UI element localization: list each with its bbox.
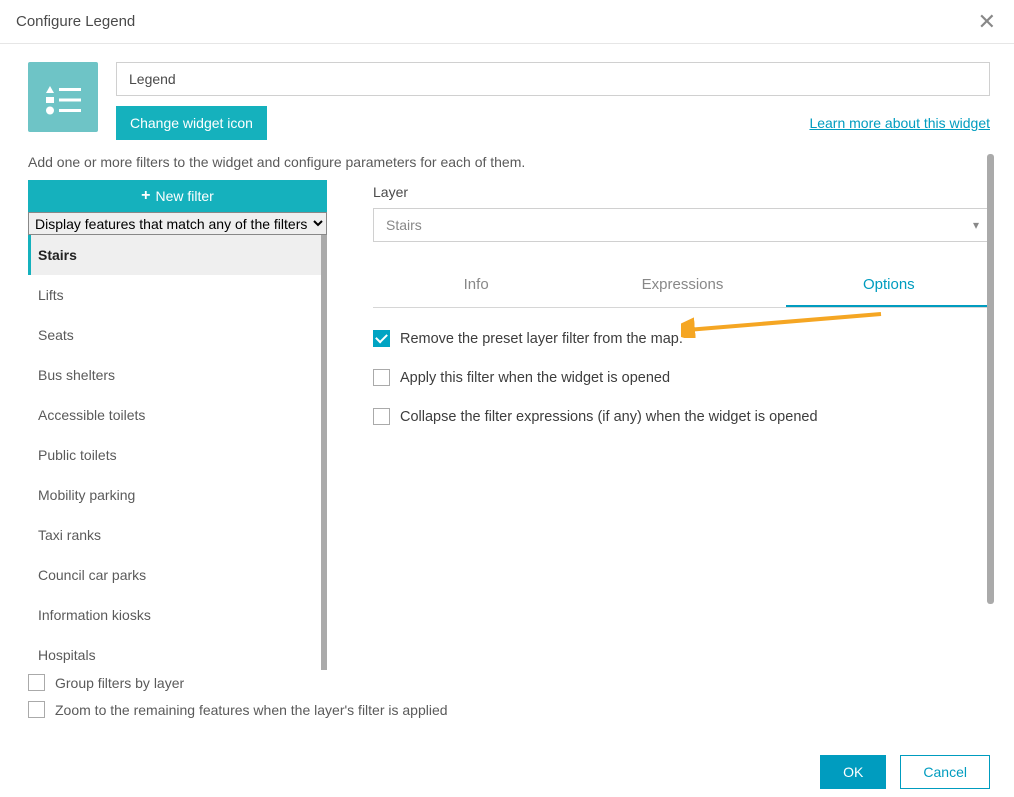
config-body: + New filter Display features that match… xyxy=(0,180,1014,670)
filter-item[interactable]: Hospitals xyxy=(28,635,321,670)
layer-select-value: Stairs xyxy=(386,217,422,233)
checkbox-icon xyxy=(373,369,390,386)
match-mode-select[interactable]: Display features that match any of the f… xyxy=(28,212,327,235)
filter-item[interactable]: Lifts xyxy=(28,275,321,315)
filter-list[interactable]: StairsLiftsSeatsBus sheltersAccessible t… xyxy=(28,235,327,670)
dialog-footer: OK Cancel xyxy=(0,743,1014,797)
filter-item[interactable]: Seats xyxy=(28,315,321,355)
option-checkbox[interactable]: Collapse the filter expressions (if any)… xyxy=(373,408,992,425)
checkbox-icon xyxy=(373,330,390,347)
checkbox-icon xyxy=(28,701,45,718)
filter-item[interactable]: Accessible toilets xyxy=(28,395,321,435)
change-widget-icon-button[interactable]: Change widget icon xyxy=(116,106,267,140)
plus-icon: + xyxy=(141,189,150,203)
group-filters-label: Group filters by layer xyxy=(55,675,184,691)
legend-icon xyxy=(41,75,85,119)
widget-meta: Change widget icon Learn more about this… xyxy=(116,62,990,140)
body-scrollbar[interactable] xyxy=(987,154,994,717)
option-checkbox[interactable]: Apply this filter when the widget is ope… xyxy=(373,369,992,386)
widget-icon xyxy=(28,62,98,132)
learn-more-link[interactable]: Learn more about this widget xyxy=(809,115,990,131)
filter-item[interactable]: Bus shelters xyxy=(28,355,321,395)
tab-expressions[interactable]: Expressions xyxy=(579,266,785,307)
zoom-remaining-label: Zoom to the remaining features when the … xyxy=(55,702,448,718)
cancel-button[interactable]: Cancel xyxy=(900,755,990,789)
options-pane: Remove the preset layer filter from the … xyxy=(373,308,992,425)
bottom-options: Group filters by layer Zoom to the remai… xyxy=(0,670,1014,718)
tab-options[interactable]: Options xyxy=(786,266,992,307)
option-label: Apply this filter when the widget is ope… xyxy=(400,370,670,386)
filter-item[interactable]: Stairs xyxy=(28,235,321,275)
filter-item[interactable]: Mobility parking xyxy=(28,475,321,515)
layer-select[interactable]: Stairs ▾ xyxy=(373,208,992,242)
zoom-remaining-checkbox[interactable]: Zoom to the remaining features when the … xyxy=(28,701,986,718)
dialog-header: Configure Legend ✕ xyxy=(0,0,1014,44)
checkbox-icon xyxy=(373,408,390,425)
new-filter-button[interactable]: + New filter xyxy=(28,180,327,212)
filter-item[interactable]: Taxi ranks xyxy=(28,515,321,555)
option-label: Collapse the filter expressions (if any)… xyxy=(400,409,818,425)
option-label: Remove the preset layer filter from the … xyxy=(400,331,683,347)
option-checkbox[interactable]: Remove the preset layer filter from the … xyxy=(373,330,992,347)
ok-button[interactable]: OK xyxy=(820,755,886,789)
detail-tabs: InfoExpressionsOptions xyxy=(373,266,992,308)
filter-item[interactable]: Public toilets xyxy=(28,435,321,475)
filter-item[interactable]: Council car parks xyxy=(28,555,321,595)
filter-detail-panel: Layer Stairs ▾ InfoExpressionsOptions Re… xyxy=(373,180,992,670)
tab-info[interactable]: Info xyxy=(373,266,579,307)
filters-panel: + New filter Display features that match… xyxy=(28,180,327,670)
widget-description: Add one or more filters to the widget an… xyxy=(0,140,1014,180)
dialog-title: Configure Legend xyxy=(16,13,135,30)
layer-label: Layer xyxy=(373,184,992,200)
close-icon[interactable]: ✕ xyxy=(978,14,996,30)
widget-name-input[interactable] xyxy=(116,62,990,96)
configure-legend-dialog: Configure Legend ✕ Change widget icon Le… xyxy=(0,0,1014,718)
checkbox-icon xyxy=(28,674,45,691)
chevron-down-icon: ▾ xyxy=(973,218,979,232)
widget-summary-row: Change widget icon Learn more about this… xyxy=(0,44,1014,140)
group-filters-checkbox[interactable]: Group filters by layer xyxy=(28,674,986,691)
new-filter-label: New filter xyxy=(155,188,213,204)
filter-item[interactable]: Information kiosks xyxy=(28,595,321,635)
